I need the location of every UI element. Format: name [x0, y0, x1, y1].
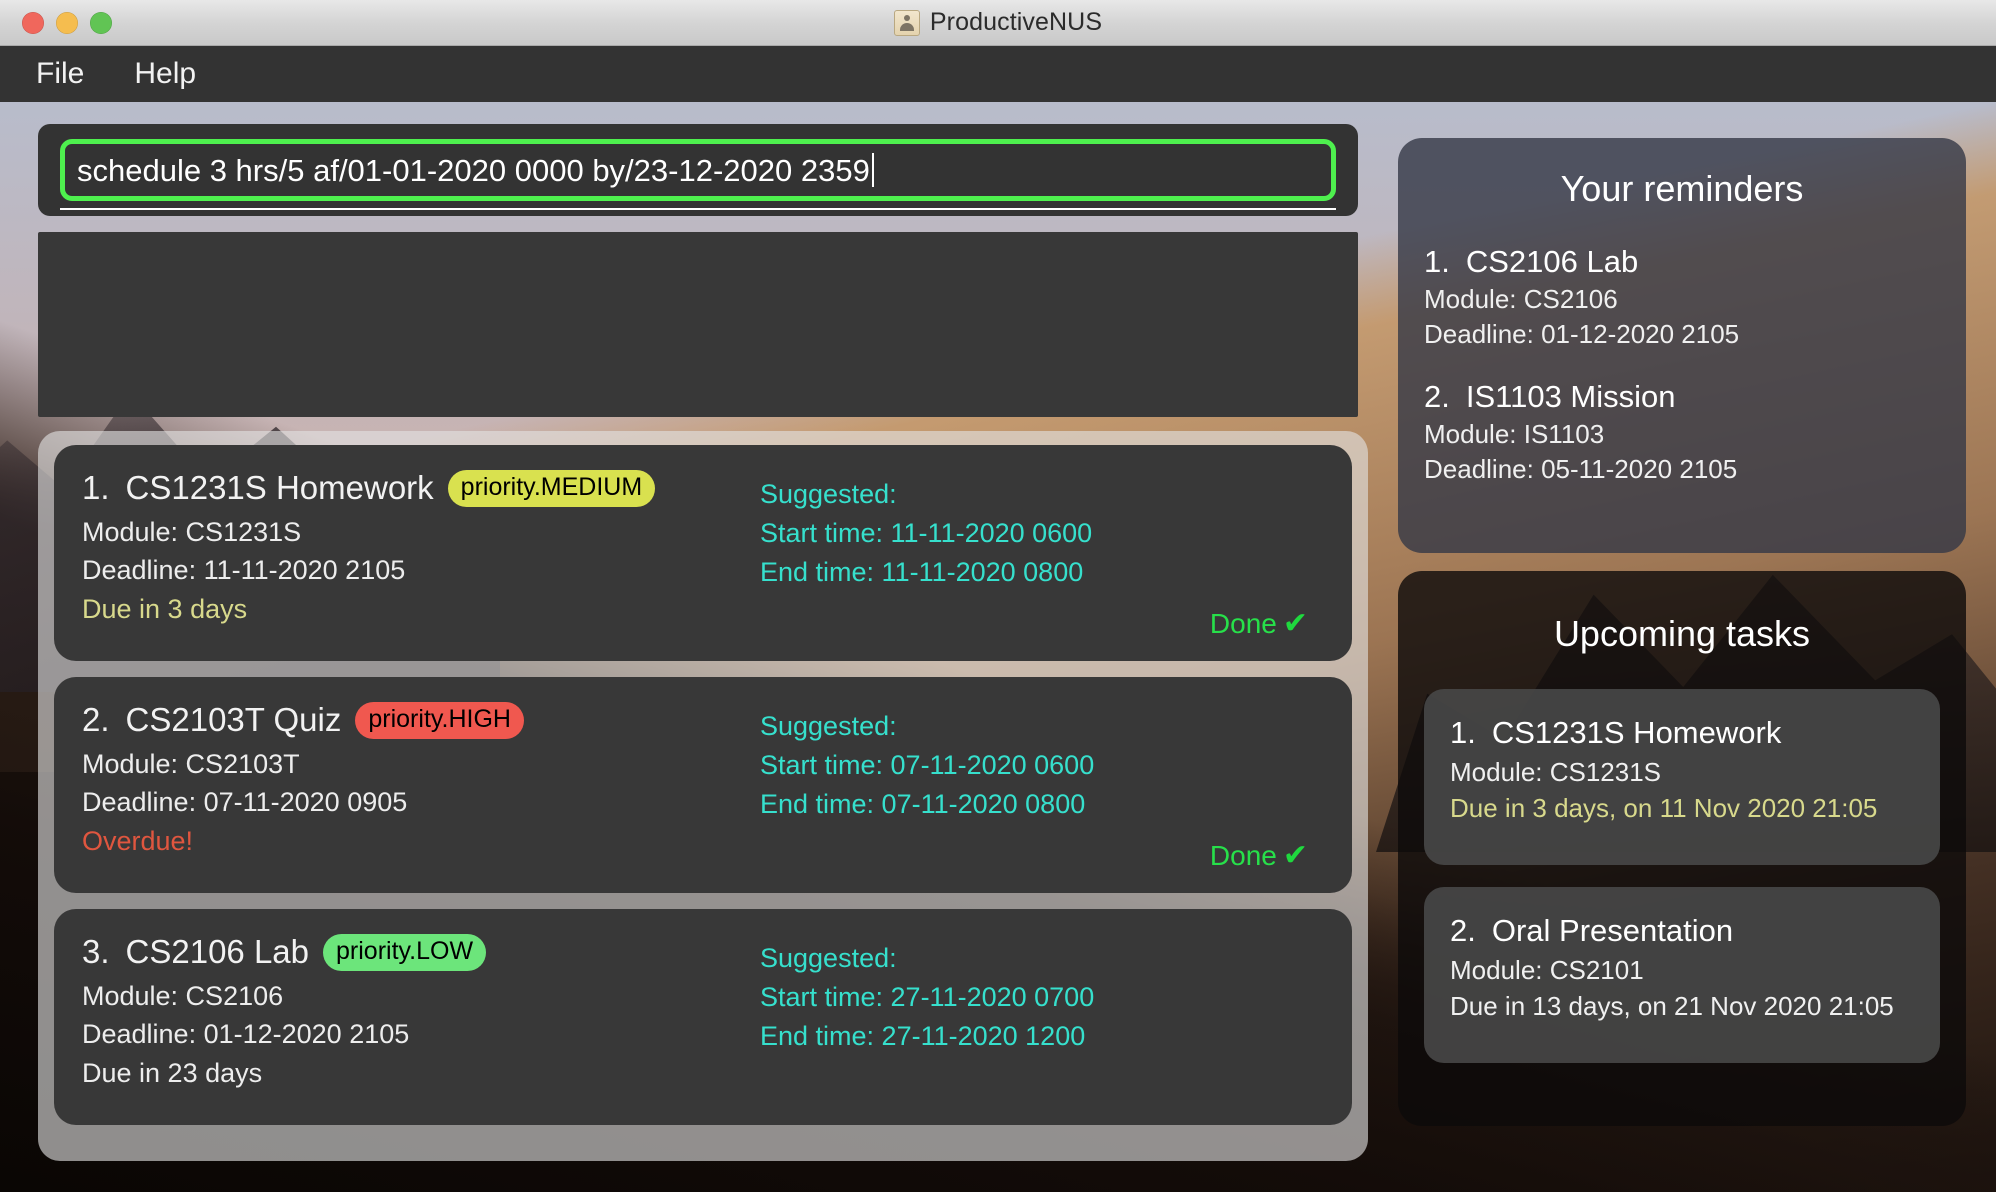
- priority-badge: priority.MEDIUM: [447, 469, 656, 507]
- task-suggestion: Suggested: Start time: 07-11-2020 0600 E…: [742, 701, 1324, 875]
- task-name: CS1231S Homework: [125, 469, 434, 506]
- command-underline: [60, 208, 1336, 210]
- main-content: schedule 3 hrs/5 af/01-01-2020 0000 by/2…: [0, 102, 1996, 1192]
- command-input-value: schedule 3 hrs/5 af/01-01-2020 0000 by/2…: [77, 152, 870, 188]
- left-column: schedule 3 hrs/5 af/01-01-2020 0000 by/2…: [38, 124, 1368, 1161]
- suggested-start-time: Start time: 07-11-2020 0600: [760, 750, 1095, 781]
- task-due-status: Due in 23 days: [82, 1057, 263, 1088]
- reminder-index: 1.: [1424, 244, 1450, 279]
- list-item[interactable]: 1. CS1231S Homework Module: CS1231S Due …: [1424, 689, 1940, 865]
- task-suggestion: Suggested: Start time: 27-11-2020 0700 E…: [742, 933, 1324, 1107]
- upcoming-index: 1.: [1450, 715, 1476, 750]
- upcoming-module: Module: CS2101: [1450, 955, 1644, 985]
- task-due-status: Due in 3 days: [82, 593, 248, 624]
- list-item[interactable]: 2. IS1103 Mission Module: IS1103 Deadlin…: [1424, 379, 1940, 488]
- suggested-end-time: End time: 27-11-2020 1200: [760, 1021, 1086, 1052]
- check-icon: ✔: [1282, 839, 1308, 872]
- task-index: 1.: [82, 469, 110, 506]
- reminder-name: IS1103 Mission: [1465, 378, 1676, 414]
- task-due-status: Overdue!: [82, 825, 194, 856]
- task-deadline: Deadline: 07-11-2020 0905: [82, 787, 408, 818]
- done-button[interactable]: Done ✔: [1210, 838, 1308, 873]
- window-title-group: ProductiveNUS: [0, 8, 1996, 37]
- task-title-row: 1. CS1231S Homework priority.MEDIUM: [82, 469, 742, 507]
- task-module: Module: CS2103T: [82, 749, 300, 779]
- task-name: CS2106 Lab: [125, 933, 310, 970]
- upcoming-heading: Upcoming tasks: [1553, 613, 1811, 654]
- title-bar: ProductiveNUS: [0, 0, 1996, 46]
- task-card[interactable]: 1. CS1231S Homework priority.MEDIUM Modu…: [54, 445, 1352, 661]
- task-list-panel[interactable]: 1. CS1231S Homework priority.MEDIUM Modu…: [38, 431, 1368, 1161]
- reminders-heading: Your reminders: [1560, 168, 1804, 209]
- task-details: 3. CS2106 Lab priority.LOW Module: CS210…: [82, 933, 742, 1107]
- task-module: Module: CS1231S: [82, 517, 302, 547]
- window-title: ProductiveNUS: [929, 8, 1103, 36]
- result-display: [38, 232, 1358, 417]
- close-icon[interactable]: [22, 11, 44, 34]
- done-label: Done: [1209, 607, 1277, 639]
- suggested-end-time: End time: 11-11-2020 0800: [760, 557, 1084, 588]
- task-deadline: Deadline: 11-11-2020 2105: [82, 555, 406, 586]
- command-input[interactable]: schedule 3 hrs/5 af/01-01-2020 0000 by/2…: [60, 139, 1336, 201]
- app-window: ProductiveNUS File Help schedule 3 hrs/5…: [0, 0, 1996, 1192]
- reminder-index: 2.: [1424, 378, 1450, 414]
- upcoming-due-status: Due in 3 days, on 11 Nov 2020 21:05: [1450, 792, 1878, 823]
- check-icon: ✔: [1282, 607, 1308, 640]
- task-title-row: 3. CS2106 Lab priority.LOW: [82, 933, 742, 971]
- upcoming-tasks-panel: Upcoming tasks 1. CS1231S Homework Modul…: [1398, 571, 1966, 1126]
- task-index: 2.: [82, 701, 110, 738]
- person-icon: [893, 9, 920, 36]
- suggested-start-time: Start time: 11-11-2020 0600: [760, 518, 1093, 549]
- reminder-deadline: Deadline: 05-11-2020 2105: [1424, 454, 1738, 485]
- task-module: Module: CS2106: [82, 981, 284, 1011]
- priority-badge: priority.LOW: [323, 933, 487, 971]
- suggested-start-time: Start time: 27-11-2020 0700: [760, 982, 1095, 1013]
- reminder-title-row: 1. CS2106 Lab: [1424, 244, 1940, 280]
- reminder-module: Module: IS1103: [1424, 418, 1605, 449]
- window-controls: [22, 11, 112, 34]
- done-label: Done: [1209, 839, 1277, 871]
- upcoming-title-row: 2. Oral Presentation: [1450, 913, 1914, 949]
- reminder-title-row: 2. IS1103 Mission: [1424, 379, 1940, 415]
- reminder-module: Module: CS2106: [1424, 284, 1618, 314]
- task-title-row: 2. CS2103T Quiz priority.HIGH: [82, 701, 742, 739]
- suggested-header: Suggested:: [760, 711, 897, 741]
- reminders-panel: Your reminders 1. CS2106 Lab Module: CS2…: [1398, 138, 1966, 553]
- menu-item-file[interactable]: File: [18, 55, 102, 93]
- list-item[interactable]: 1. CS2106 Lab Module: CS2106 Deadline: 0…: [1424, 244, 1940, 353]
- upcoming-name: CS1231S Homework: [1491, 715, 1782, 750]
- result-display-text: [38, 232, 1358, 268]
- menu-bar: File Help: [0, 46, 1996, 102]
- upcoming-module: Module: CS1231S: [1450, 757, 1662, 787]
- reminder-deadline: Deadline: 01-12-2020 2105: [1424, 319, 1740, 350]
- list-item[interactable]: 2. Oral Presentation Module: CS2101 Due …: [1424, 887, 1940, 1063]
- suggested-header: Suggested:: [760, 943, 897, 973]
- reminder-name: CS2106 Lab: [1465, 244, 1639, 279]
- upcoming-index: 2.: [1450, 913, 1476, 948]
- priority-badge: priority.HIGH: [355, 701, 524, 739]
- task-index: 3.: [82, 933, 110, 970]
- task-details: 1. CS1231S Homework priority.MEDIUM Modu…: [82, 469, 742, 643]
- suggested-header: Suggested:: [760, 479, 897, 509]
- task-name: CS2103T Quiz: [125, 701, 342, 738]
- task-card[interactable]: 3. CS2106 Lab priority.LOW Module: CS210…: [54, 909, 1352, 1125]
- task-suggestion: Suggested: Start time: 11-11-2020 0600 E…: [742, 469, 1324, 643]
- minimize-icon[interactable]: [56, 11, 78, 34]
- command-bar: schedule 3 hrs/5 af/01-01-2020 0000 by/2…: [38, 124, 1358, 216]
- maximize-icon[interactable]: [90, 11, 112, 34]
- done-button[interactable]: Done ✔: [1210, 606, 1308, 641]
- task-card[interactable]: 2. CS2103T Quiz priority.HIGH Module: CS…: [54, 677, 1352, 893]
- task-details: 2. CS2103T Quiz priority.HIGH Module: CS…: [82, 701, 742, 875]
- upcoming-name: Oral Presentation: [1491, 913, 1734, 948]
- task-deadline: Deadline: 01-12-2020 2105: [82, 1019, 410, 1050]
- text-caret: [871, 153, 874, 187]
- menu-item-help[interactable]: Help: [116, 55, 214, 93]
- upcoming-due-status: Due in 13 days, on 21 Nov 2020 21:05: [1450, 990, 1894, 1021]
- suggested-end-time: End time: 07-11-2020 0800: [760, 789, 1086, 820]
- upcoming-title-row: 1. CS1231S Homework: [1450, 715, 1914, 751]
- right-column: Your reminders 1. CS2106 Lab Module: CS2…: [1398, 102, 1966, 1126]
